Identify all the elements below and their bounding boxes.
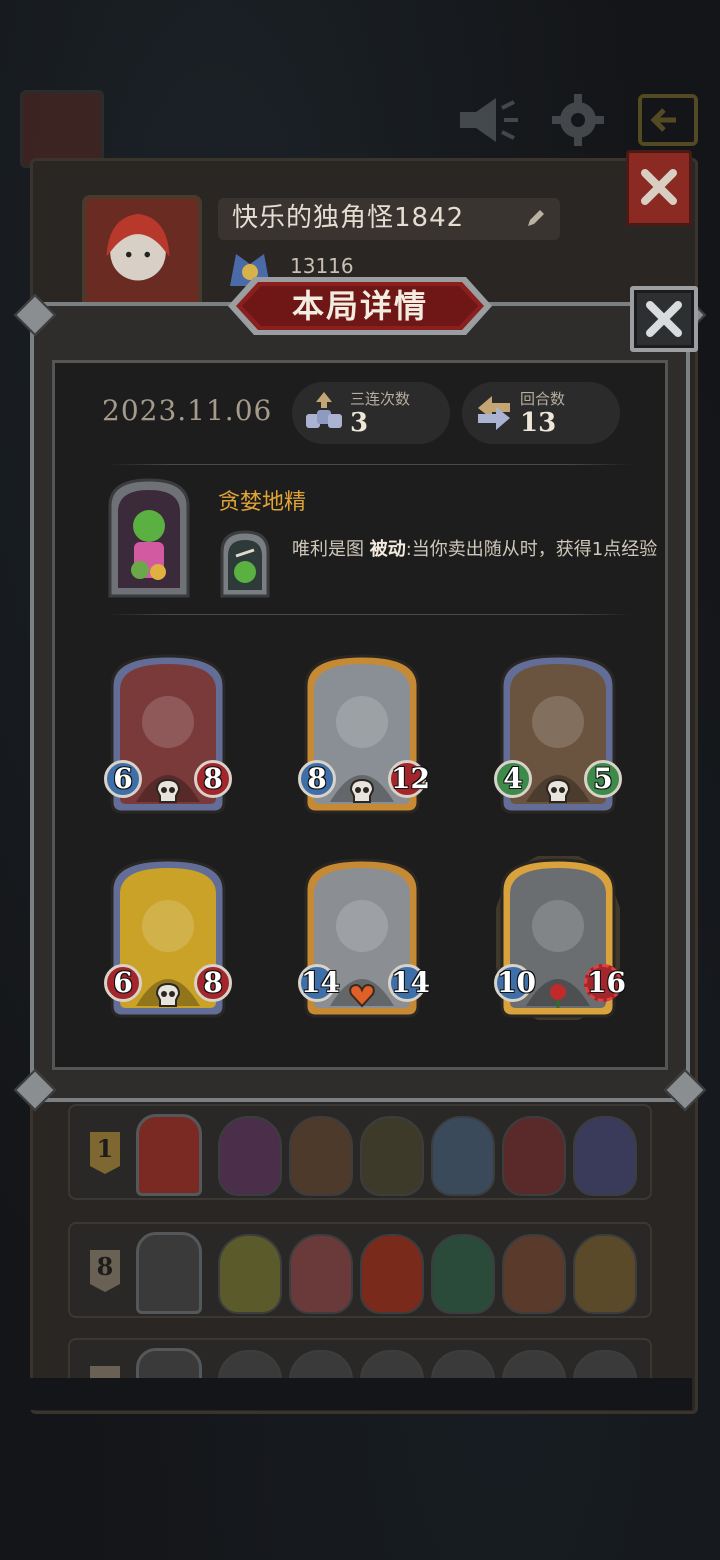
row-minion-portrait (431, 1116, 495, 1196)
divider (108, 614, 632, 615)
hero-power-description: 唯利是图 被动:当你卖出随从时，获得1点经验 (292, 538, 664, 562)
health-value: 5 (584, 760, 622, 798)
skull-icon (544, 778, 572, 804)
edit-pencil-icon[interactable] (525, 207, 547, 229)
row-minion-portrait (502, 1234, 566, 1314)
rank-number: 1 (96, 1134, 114, 1163)
stat-label: 三连次数 (350, 390, 411, 408)
skull-icon (348, 778, 376, 804)
power-effect: :当你卖出随从时，获得1点经验 (405, 539, 658, 560)
row-minion-portrait (218, 1116, 282, 1196)
row-minion-portrait (360, 1116, 424, 1196)
announcement-icon[interactable] (456, 92, 520, 148)
row-minion-portrait (502, 1116, 566, 1196)
attack-value: 10 (494, 964, 536, 1002)
minion-card[interactable]: 14 14 (298, 856, 430, 1020)
row-minion-portrait (573, 1234, 637, 1314)
exit-icon[interactable] (636, 92, 700, 148)
attack-value: 6 (104, 964, 142, 1002)
attack-value: 8 (298, 760, 336, 798)
row-minion-portrait (289, 1234, 353, 1314)
divider (108, 464, 632, 465)
health-value: 16 (584, 964, 626, 1002)
minion-card[interactable]: 45 (494, 652, 622, 816)
health-value: 12 (388, 760, 430, 798)
turn-count-stat: 回合数 13 (462, 382, 620, 444)
hero-name: 贪婪地精 (218, 490, 307, 515)
close-button[interactable] (630, 286, 698, 352)
triple-icon (306, 392, 342, 428)
player-rank-row[interactable]: 8 (68, 1222, 652, 1318)
skull-icon (154, 982, 182, 1008)
power-type: 被动 (369, 539, 406, 560)
minion-card[interactable]: 68 (104, 652, 232, 816)
row-minion-portrait (431, 1234, 495, 1314)
power-name: 唯利是图 (292, 539, 364, 560)
health-value: 8 (194, 760, 232, 798)
back-close-button[interactable] (626, 150, 692, 226)
row-minion-portrait (218, 1234, 282, 1314)
rank-number: 8 (96, 1252, 114, 1281)
row-minion-portrait (360, 1234, 424, 1314)
minion-card[interactable]: 10 16 (494, 856, 626, 1020)
rose-icon (544, 982, 572, 1008)
player-name: 快乐的独角怪1842 (232, 203, 465, 233)
player-rank-row[interactable]: 1 (68, 1104, 652, 1200)
attack-value: 4 (494, 760, 532, 798)
modal-title: 本局详情 (291, 287, 428, 325)
minion-card[interactable]: 68 (104, 856, 232, 1020)
row-minion-portrait (289, 1116, 353, 1196)
modal-title-banner: 本局详情 (228, 275, 492, 337)
heart-icon (348, 982, 376, 1008)
row-minion-portrait (573, 1116, 637, 1196)
row-hero-portrait (136, 1114, 202, 1196)
row-hero-portrait (136, 1232, 202, 1314)
turn-icon (478, 396, 510, 430)
minion-card[interactable]: 8 12 (298, 652, 430, 816)
triple-count-stat: 三连次数 3 (292, 382, 450, 444)
health-value: 8 (194, 964, 232, 1002)
hero-power-icon[interactable] (218, 528, 272, 600)
health-value: 14 (388, 964, 430, 1002)
hero-portrait[interactable] (100, 476, 198, 604)
stat-value: 13 (520, 408, 557, 438)
stat-label: 回合数 (520, 390, 566, 408)
settings-gear-icon[interactable] (546, 92, 610, 148)
match-date: 2023.11.06 (102, 394, 273, 427)
skull-icon (154, 778, 182, 804)
list-bottom-mask (30, 1378, 692, 1410)
attack-value: 14 (298, 964, 340, 1002)
profile-avatar[interactable] (82, 195, 202, 311)
top-avatar[interactable] (20, 90, 104, 168)
attack-value: 6 (104, 760, 142, 798)
stat-value: 3 (350, 408, 369, 438)
